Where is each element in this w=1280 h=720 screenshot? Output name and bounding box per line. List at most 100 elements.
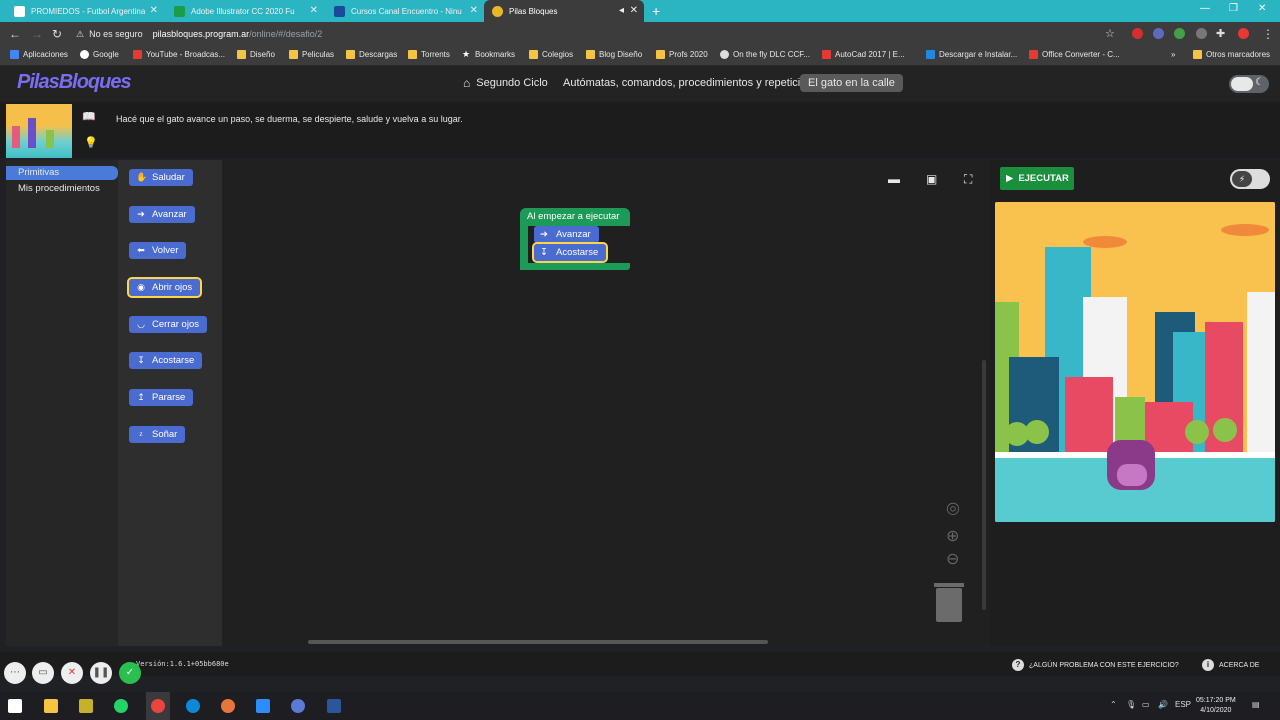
zoom-in-icon[interactable]: ⊕ <box>946 526 959 546</box>
maximize-icon[interactable]: ❐ <box>1229 3 1238 14</box>
bookmark-item[interactable]: YouTube - Broadcas... <box>133 50 225 59</box>
recorder-done-icon[interactable]: ✓ <box>119 662 141 684</box>
close-window-icon[interactable]: ✕ <box>1258 3 1266 14</box>
block-label: Pararse <box>152 392 186 403</box>
close-tab-icon[interactable]: ✕ <box>150 5 158 16</box>
network-icon[interactable]: ▭ <box>1142 700 1150 709</box>
volume-icon[interactable]: 🔊 <box>1158 700 1168 709</box>
bookmark-item[interactable]: ★ Bookmarks <box>462 50 515 60</box>
windows-start-icon[interactable] <box>8 699 22 713</box>
tab-canal-encuentro[interactable]: Cursos Canal Encuentro - Ninu ✕ <box>326 0 484 22</box>
bookmarks-overflow-icon[interactable]: » <box>1171 50 1175 59</box>
lightbulb-icon[interactable]: 💡 <box>84 136 98 149</box>
block-saludar[interactable]: ✋ Saludar <box>129 169 193 186</box>
bookmark-item[interactable]: Google <box>80 50 119 59</box>
bookmark-item[interactable]: Otros marcadores <box>1193 50 1270 59</box>
system-clock[interactable]: 05:17:20 PM 4/10/2020 <box>1196 696 1236 716</box>
category-mis-procedimientos[interactable]: Mis procedimientos <box>6 182 118 196</box>
bookmark-item[interactable]: On the fly DLC CCF... <box>720 50 810 59</box>
tray-chevron-icon[interactable]: ⌃ <box>1110 700 1117 709</box>
program-step-avanzar[interactable]: ➔ Avanzar <box>534 226 599 243</box>
block-avanzar[interactable]: ➔ Avanzar <box>129 206 195 223</box>
word-icon[interactable] <box>327 699 341 713</box>
breadcrumb-home[interactable]: ⌂ Segundo Ciclo <box>463 74 548 92</box>
close-tab-icon[interactable]: ✕ <box>470 5 478 16</box>
folder-open-icon[interactable]: ▬ <box>888 172 900 186</box>
reload-icon[interactable]: ↻ <box>52 27 62 41</box>
block-cerrar-ojos[interactable]: ◡ Cerrar ojos <box>129 316 207 333</box>
workspace-horizontal-scrollbar[interactable] <box>308 640 768 644</box>
pilas-bloques-logo[interactable]: PilasBloques <box>17 71 132 94</box>
close-tab-icon[interactable]: ✕ <box>310 5 318 16</box>
tab-pilas-bloques[interactable]: Pilas Bloques ◂ ✕ <box>484 0 644 22</box>
block-abrir-ojos[interactable]: ◉ Abrir ojos <box>126 277 203 298</box>
lie-down-icon: ↧ <box>137 355 145 365</box>
chrome-icon[interactable] <box>151 699 165 713</box>
extension-icon[interactable] <box>1196 28 1207 39</box>
whatsapp-icon[interactable] <box>114 699 128 713</box>
about-link[interactable]: i ACERCA DE <box>1202 659 1259 671</box>
minimize-icon[interactable]: — <box>1200 3 1210 14</box>
extension-icon[interactable] <box>1174 28 1185 39</box>
language-indicator[interactable]: ESP <box>1175 700 1191 709</box>
bookmark-item[interactable]: Colegios <box>529 50 573 59</box>
dark-mode-toggle[interactable]: ☾ <box>1229 75 1269 93</box>
block-volver[interactable]: ⬅ Volver <box>129 242 187 259</box>
bookmark-item[interactable]: Office Converter - C... <box>1029 50 1120 59</box>
extension-icon[interactable] <box>1153 28 1164 39</box>
zoom-app-icon[interactable] <box>256 699 270 713</box>
extensions-puzzle-icon[interactable]: ✚ <box>1216 27 1225 40</box>
turbo-mode-toggle[interactable]: ⚡ <box>1230 169 1270 189</box>
app-icon[interactable] <box>291 699 305 713</box>
bookmark-item[interactable]: Blog Diseño <box>586 50 642 59</box>
category-primitivas[interactable]: Primitivas <box>6 166 118 180</box>
bookmark-item[interactable]: Peliculas <box>289 50 334 59</box>
edge-icon[interactable] <box>186 699 200 713</box>
menu-kebab-icon[interactable]: ⋮ <box>1262 27 1274 41</box>
workspace-vertical-scrollbar[interactable] <box>982 360 986 610</box>
block-pararse[interactable]: ↥ Pararse <box>129 389 194 406</box>
recenter-icon[interactable]: ◎ <box>946 498 960 518</box>
zoom-out-icon[interactable]: ⊖ <box>946 549 959 569</box>
trash-icon[interactable] <box>934 583 964 622</box>
bookmark-item[interactable]: Aplicaciones <box>10 50 68 59</box>
new-tab-icon[interactable]: + <box>652 3 660 19</box>
problem-link[interactable]: ? ¿ALGÚN PROBLEMA CON ESTE EJERCICIO? <box>1012 659 1179 671</box>
run-button[interactable]: ▶ EJECUTAR <box>1000 167 1074 190</box>
close-tab-icon[interactable]: ✕ <box>630 5 638 16</box>
recorder-menu-icon[interactable]: ⋯ <box>4 662 26 684</box>
app-icon[interactable] <box>79 699 93 713</box>
recorder-cancel-icon[interactable]: ✕ <box>61 662 83 684</box>
bookmark-item[interactable]: Descargar e Instalar... <box>926 50 1017 59</box>
block-sonar[interactable]: ᶻ Soñar <box>129 426 186 443</box>
google-icon <box>80 50 89 59</box>
program-step-acostarse[interactable]: ↧ Acostarse <box>531 242 609 263</box>
profile-avatar[interactable] <box>1238 28 1249 39</box>
forward-icon[interactable]: → <box>31 27 43 41</box>
recorder-camera-icon[interactable]: ▭ <box>32 662 54 684</box>
bookmark-item[interactable]: Torrents <box>408 50 450 59</box>
bookmark-star-icon[interactable]: ☆ <box>1105 27 1115 40</box>
mute-tab-icon[interactable]: ◂ <box>619 5 624 16</box>
block-acostarse[interactable]: ↧ Acostarse <box>129 352 203 369</box>
blocks-workspace[interactable]: ▬ ▣ ⛶ Al empezar a ejecutar ➔ Avanzar ↧ Ac… <box>222 160 990 646</box>
tab-promiedos[interactable]: PROMIEDOS - Futbol Argentina ✕ <box>6 0 164 22</box>
breadcrumb-book[interactable]: Autómatas, comandos, procedimientos y re… <box>563 74 812 92</box>
bookmark-item[interactable]: Profs 2020 <box>656 50 708 59</box>
fullscreen-icon[interactable]: ⛶ <box>964 172 972 187</box>
microphone-icon[interactable]: 🎙 <box>1126 700 1136 709</box>
recorder-pause-icon[interactable]: ❚❚ <box>90 662 112 684</box>
bookmark-item[interactable]: Diseño <box>237 50 275 59</box>
url-field[interactable]: ⚠ No es seguro pilasbloques.program.ar /… <box>76 25 1126 43</box>
notifications-icon[interactable]: ▤ <box>1252 700 1260 709</box>
file-explorer-icon[interactable] <box>44 699 58 713</box>
app-icon[interactable] <box>221 699 235 713</box>
bookmark-item[interactable]: AutoCad 2017 | E... <box>822 50 905 59</box>
back-icon[interactable]: ← <box>9 27 21 41</box>
bookmark-item[interactable]: Descargas <box>346 50 397 59</box>
extension-icon[interactable] <box>1132 28 1143 39</box>
book-icon[interactable]: 📖 <box>82 110 96 123</box>
save-icon[interactable]: ▣ <box>926 172 937 186</box>
tab-illustrator[interactable]: Adobe Illustrator CC 2020 Fu ✕ <box>166 0 324 22</box>
program-hat-block[interactable]: Al empezar a ejecutar ➔ Avanzar ↧ Acostars… <box>520 208 630 270</box>
